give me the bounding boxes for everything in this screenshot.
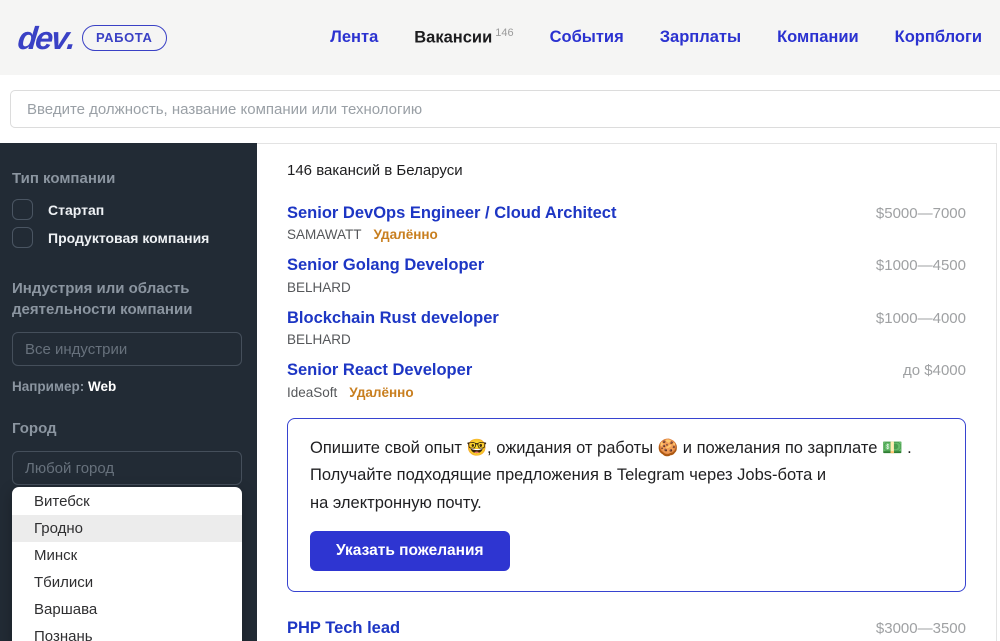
- site-logo[interactable]: dev. РАБОТА: [18, 22, 167, 54]
- city-option-label: Витебск: [34, 493, 90, 510]
- banner-text: Опишите свой опыт 🤓, ожидания от работы …: [310, 435, 943, 518]
- hint-example: Web: [88, 379, 116, 394]
- city-dropdown: Витебск Гродно Минск Тбилиси Варшава Поз…: [12, 487, 242, 641]
- job-company: IdeaSoft: [287, 385, 337, 400]
- industry-label: Индустрия или область деятельности компа…: [12, 278, 242, 320]
- checkbox-label: Продуктовая компания: [48, 230, 209, 246]
- nav-item[interactable]: Вакансии146: [414, 27, 513, 48]
- set-preferences-button[interactable]: Указать пожелания: [310, 531, 510, 571]
- city-option[interactable]: Познань: [12, 623, 242, 641]
- banner-line-2: Получайте подходящие предложения в Teleg…: [310, 466, 826, 484]
- nav-item[interactable]: Зарплаты: [660, 28, 741, 47]
- city-option[interactable]: Минск: [12, 542, 242, 569]
- job-meta: SAMAWATT Удалённо: [287, 227, 616, 242]
- nav-item-label: События: [550, 28, 624, 46]
- nav-item[interactable]: Лента: [330, 28, 378, 47]
- logo-script: dev.: [16, 22, 77, 54]
- job-info: Senior React Developer IdeaSoft Удалённо: [287, 360, 472, 399]
- city-option[interactable]: Тбилиси: [12, 569, 242, 596]
- job-title-link[interactable]: Senior Golang Developer: [287, 255, 484, 276]
- nav-item-label: Зарплаты: [660, 28, 741, 46]
- checkbox[interactable]: [12, 227, 33, 248]
- jobs-panel: 146 вакансий в Беларуси Senior DevOps En…: [257, 143, 997, 641]
- filter-checkbox-row[interactable]: Продуктовая компания: [12, 227, 242, 248]
- city-option[interactable]: Гродно: [12, 515, 242, 542]
- city-input[interactable]: [12, 451, 242, 485]
- results-summary: 146 вакансий в Беларуси: [287, 162, 966, 179]
- city-option-label: Тбилиси: [34, 574, 93, 591]
- city-option[interactable]: Витебск: [12, 488, 242, 515]
- job-company: BELHARD: [287, 280, 351, 295]
- company-type-options: Стартап Продуктовая компания: [12, 199, 242, 248]
- job-salary: до $4000: [903, 360, 966, 379]
- nav-item-label: Корпблоги: [895, 28, 982, 46]
- nav-item-label: Лента: [330, 28, 378, 46]
- job-salary: $1000—4000: [876, 308, 966, 327]
- jobs-list-top: Senior DevOps Engineer / Cloud Architect…: [287, 203, 966, 400]
- job-row: Senior DevOps Engineer / Cloud Architect…: [287, 203, 966, 242]
- nav-item[interactable]: События: [550, 28, 624, 47]
- checkbox[interactable]: [12, 199, 33, 220]
- nav-item-label: Компании: [777, 28, 859, 46]
- search-section: [0, 75, 1000, 143]
- job-meta: BELHARD: [287, 332, 499, 347]
- job-info: Senior DevOps Engineer / Cloud Architect…: [287, 203, 616, 242]
- city-option[interactable]: Варшава: [12, 596, 242, 623]
- job-meta: BELHARD: [287, 280, 484, 295]
- job-salary: $5000—7000: [876, 203, 966, 222]
- nav-item[interactable]: Компании: [777, 28, 859, 47]
- job-company: BELHARD: [287, 332, 351, 347]
- main-nav: Лента Вакансии146 События Зарплаты Компа…: [330, 27, 990, 48]
- jobs-list-bottom: PHP Tech lead ООО "Авидакэ" $3000—3500 S…: [287, 618, 966, 641]
- search-input[interactable]: [10, 90, 1000, 128]
- job-row: PHP Tech lead ООО "Авидакэ" $3000—3500: [287, 618, 966, 641]
- job-row: Blockchain Rust developer BELHARD $1000—…: [287, 308, 966, 347]
- job-title-link[interactable]: Senior React Developer: [287, 360, 472, 381]
- industry-input[interactable]: [12, 332, 242, 366]
- city-option-label: Познань: [34, 628, 93, 641]
- job-row: Senior Golang Developer BELHARD $1000—45…: [287, 255, 966, 294]
- nav-item-label: Вакансии: [414, 29, 492, 47]
- vacancies-count-badge: 146: [495, 27, 513, 39]
- checkbox-label: Стартап: [48, 202, 104, 218]
- banner-line-1: Опишите свой опыт 🤓, ожидания от работы …: [310, 439, 912, 457]
- top-header: dev. РАБОТА Лента Вакансии146 События За…: [0, 0, 1000, 75]
- city-option-label: Минск: [34, 547, 77, 564]
- logo-badge: РАБОТА: [82, 25, 166, 51]
- page: dev. РАБОТА Лента Вакансии146 События За…: [0, 0, 1000, 641]
- job-title-link[interactable]: Blockchain Rust developer: [287, 308, 499, 329]
- filters-sidebar: Тип компании Стартап Продуктовая компани…: [0, 143, 257, 641]
- job-title-link[interactable]: PHP Tech lead: [287, 618, 400, 639]
- job-info: Blockchain Rust developer BELHARD: [287, 308, 499, 347]
- telegram-banner: Опишите свой опыт 🤓, ожидания от работы …: [287, 418, 966, 593]
- industry-hint: Например: Web: [12, 379, 242, 394]
- city-option-label: Варшава: [34, 601, 97, 618]
- job-info: PHP Tech lead ООО "Авидакэ": [287, 618, 400, 641]
- content-row: Тип компании Стартап Продуктовая компани…: [0, 143, 1000, 641]
- job-title-link[interactable]: Senior DevOps Engineer / Cloud Architect: [287, 203, 616, 224]
- job-salary: $1000—4500: [876, 255, 966, 274]
- banner-line-3: на электронную почту.: [310, 494, 482, 512]
- job-remote-badge: Удалённо: [374, 227, 438, 242]
- company-type-label: Тип компании: [12, 168, 242, 189]
- filter-checkbox-row[interactable]: Стартап: [12, 199, 242, 220]
- job-remote-badge: Удалённо: [349, 385, 413, 400]
- city-option-label: Гродно: [34, 520, 83, 537]
- job-row: Senior React Developer IdeaSoft Удалённо…: [287, 360, 966, 399]
- job-meta: IdeaSoft Удалённо: [287, 385, 472, 400]
- job-salary: $3000—3500: [876, 618, 966, 637]
- city-label: Город: [12, 418, 242, 439]
- hint-prefix: Например:: [12, 379, 84, 394]
- job-info: Senior Golang Developer BELHARD: [287, 255, 484, 294]
- nav-item[interactable]: Корпблоги: [895, 28, 982, 47]
- job-company: SAMAWATT: [287, 227, 362, 242]
